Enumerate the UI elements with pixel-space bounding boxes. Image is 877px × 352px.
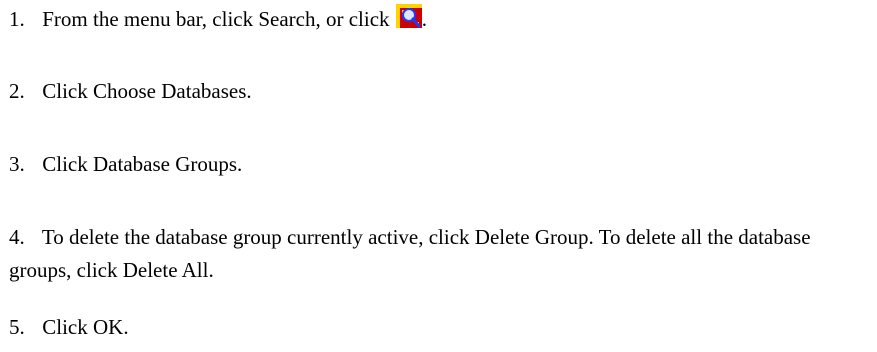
step-number: 2.: [9, 79, 25, 103]
step-2: 2. Click Choose Databases.: [9, 75, 869, 108]
step-3: 3. Click Database Groups.: [9, 148, 869, 181]
step-number: 1.: [9, 7, 25, 31]
step-trailing-period: .: [421, 7, 428, 31]
step-text: To delete the database group currently a…: [9, 225, 811, 282]
step-text: Click OK.: [42, 315, 129, 339]
search-icon: [395, 4, 422, 28]
step-5: 5. Click OK.: [9, 311, 869, 344]
step-text: Click Database Groups.: [42, 152, 243, 176]
step-text: Click Choose Databases.: [42, 79, 252, 103]
step-text: From the menu bar, click Search, or clic…: [42, 7, 390, 31]
step-number: 5.: [9, 315, 25, 339]
step-1: 1. From the menu bar, click Search, or c…: [9, 3, 869, 36]
step-4: 4. To delete the database group currentl…: [9, 221, 869, 287]
step-number: 3.: [9, 152, 25, 176]
step-number: 4.: [9, 225, 25, 249]
